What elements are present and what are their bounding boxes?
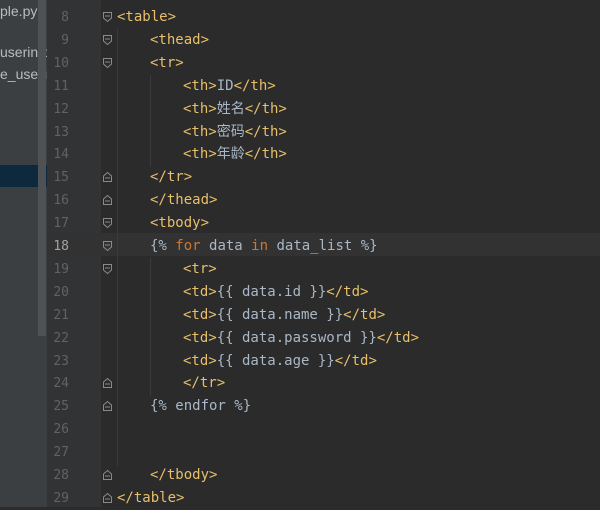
code-text: <td>{{ data.id }}</td> (183, 283, 369, 300)
code-line[interactable]: 11 <th>ID</th> (47, 75, 600, 98)
code-line[interactable]: 23 <td>{{ data.age }}</td> (47, 350, 600, 373)
fold-end-icon[interactable] (103, 492, 112, 503)
fold-end-icon[interactable] (103, 470, 112, 480)
code-text: {% for data in data_list %} (150, 238, 378, 254)
code-line[interactable]: 15 </tr> (47, 166, 600, 189)
code-text: </tbody> (150, 467, 218, 483)
code-line[interactable]: 12 <th>姓名</th> (47, 98, 600, 121)
line-number: 19 (53, 261, 69, 277)
line-number: 16 (53, 193, 69, 209)
fold-end-icon[interactable] (103, 378, 112, 389)
fold-end-icon[interactable] (103, 172, 112, 183)
line-number: 11 (53, 78, 69, 94)
line-number: 28 (53, 468, 69, 483)
line-number: 24 (53, 376, 69, 392)
code-line[interactable]: 25 {% endfor %} (47, 395, 600, 418)
fold-collapse-icon[interactable] (103, 241, 112, 251)
code-text: <th>密码</th> (183, 123, 287, 140)
line-number: 9 (61, 32, 69, 48)
code-line[interactable]: 26 (47, 418, 600, 441)
fold-end-icon[interactable] (103, 195, 112, 206)
code-line[interactable]: 10 <tr> (47, 52, 600, 75)
code-text: </tr> (150, 169, 193, 186)
code-line[interactable]: 29 </table> (47, 487, 600, 510)
code-text: <td>{{ data.age }}</td> (183, 352, 377, 369)
sidebar-file-item[interactable]: ple.py (0, 3, 37, 19)
fold-collapse-icon[interactable] (103, 12, 112, 22)
line-number: 14 (53, 147, 69, 163)
code-line[interactable]: 28 </tbody> (47, 464, 600, 487)
line-number: 17 (53, 216, 69, 232)
line-number: 23 (53, 353, 69, 369)
line-number: 15 (53, 170, 69, 186)
code-text: </tr> (183, 375, 226, 392)
indent-guide (117, 29, 118, 466)
fold-collapse-icon[interactable] (103, 57, 112, 68)
code-line[interactable]: 14 <th>年龄</th> (47, 143, 600, 166)
indent-guide (150, 258, 151, 396)
code-line[interactable]: 27 (47, 441, 600, 464)
code-line[interactable]: 21 <td>{{ data.name }}</td> (47, 304, 600, 327)
code-line[interactable]: 8 <table> (47, 6, 600, 29)
sidebar-scrollbar[interactable] (38, 0, 46, 336)
line-number: 20 (53, 284, 69, 300)
code-text: <tbody> (150, 215, 210, 232)
line-number: 22 (53, 330, 69, 346)
code-line[interactable]: 19 <tr> (47, 258, 600, 281)
code-line[interactable]: 18 {% for data in data_list %} (47, 235, 600, 258)
fold-collapse-icon[interactable] (103, 218, 112, 229)
code-line[interactable]: 20 <td>{{ data.id }}</td> (47, 281, 600, 304)
line-number: 12 (53, 101, 69, 117)
fold-collapse-icon[interactable] (103, 263, 112, 274)
code-line[interactable]: 24 </tr> (47, 372, 600, 395)
project-sidebar: ple.py userinfo_ e_userin (0, 0, 47, 507)
line-number: 18 (53, 239, 69, 254)
sidebar-file-label: ple.py (0, 3, 38, 19)
code-text: <th>ID</th> (183, 77, 276, 94)
line-number: 25 (53, 399, 69, 415)
code-text: <th>姓名</th> (183, 100, 287, 117)
line-number: 13 (53, 124, 69, 140)
line-number: 29 (53, 490, 69, 506)
code-line[interactable]: 13 <th>密码</th> (47, 121, 600, 144)
code-text: </thead> (150, 192, 218, 209)
code-line[interactable]: 16 </thead> (47, 189, 600, 212)
code-text: {% endfor %} (150, 398, 252, 415)
line-number: 8 (61, 10, 69, 25)
code-text: </table> (117, 489, 185, 506)
line-number: 27 (53, 445, 69, 461)
fold-end-icon[interactable] (103, 401, 112, 412)
line-number: 21 (53, 307, 69, 323)
indent-guide (150, 75, 151, 167)
fold-collapse-icon[interactable] (103, 34, 112, 45)
code-text: <tr> (150, 54, 184, 71)
code-text: <th>年龄</th> (183, 146, 287, 163)
code-text: <thead> (150, 31, 210, 48)
code-line[interactable]: 17 <tbody> (47, 212, 600, 235)
code-line[interactable]: 22 <td>{{ data.password }}</td> (47, 327, 600, 350)
code-text: <td>{{ data.password }}</td> (183, 329, 420, 346)
line-number: 26 (53, 422, 69, 438)
code-text: <tr> (183, 260, 217, 277)
code-text: <table> (117, 9, 177, 25)
code-text: <td>{{ data.name }}</td> (183, 306, 386, 323)
line-number: 10 (53, 55, 69, 71)
code-line[interactable]: 9 <thead> (47, 29, 600, 52)
